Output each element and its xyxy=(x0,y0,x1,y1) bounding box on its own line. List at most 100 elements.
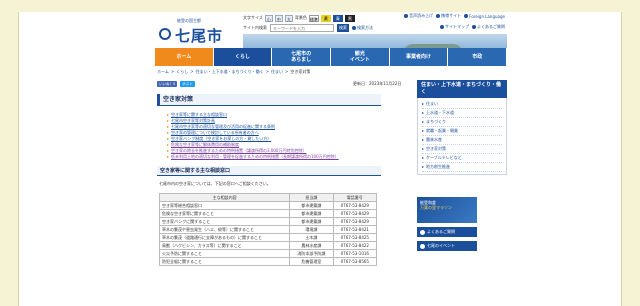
main-content: 空き家対策 空き家等に関する主な相談窓口 七尾市空き家等対策計画 七尾市空き家等… xyxy=(157,94,381,266)
table-header: 電話番号 xyxy=(332,193,378,202)
section-title: 空き家等に関する主な相談窓口 xyxy=(157,166,381,176)
nav-home[interactable]: ホーム xyxy=(155,48,214,66)
top-link-voice[interactable]: 音声読み上げ xyxy=(404,13,433,19)
table-cell: 都市建築課 xyxy=(289,217,334,226)
question-icon xyxy=(472,25,476,29)
table-row: 草木の繁茂や害虫発生（ハエ、蚊等）に関すること 環境課 0767-53-8421 xyxy=(158,225,378,234)
link-text: 低未利用土地の適切な利用・管理を促進するための特例措置（長期譲渡所得の100万円… xyxy=(171,154,339,159)
bg-yellow-button[interactable]: 黄 xyxy=(320,14,331,22)
sitemap-link[interactable]: サイトマップ xyxy=(440,24,469,30)
nav-living[interactable]: くらし xyxy=(213,48,273,66)
breadcrumb-home[interactable]: ホーム xyxy=(157,69,169,75)
sidebar-item-regional[interactable]: 地方創生推進 xyxy=(422,163,502,172)
updated-date: 更新日：2023年11月22日 xyxy=(353,81,402,86)
question-icon xyxy=(420,229,425,235)
table-cell: 危険な空き家等に関すること xyxy=(158,209,291,218)
page: 能登の国主都 七尾市 文字サイズ 小 中 大 背景色 標準 黄 青 黒 音声読み… xyxy=(155,12,508,306)
list-item[interactable]: 低未利用土地の適切な利用・管理を促進するための特例措置（長期譲渡所得の100万円… xyxy=(167,154,381,160)
events-button[interactable]: 七尾のイベント xyxy=(417,241,477,251)
triangle-icon xyxy=(422,157,424,159)
sidebar-item-label: 就職・起業・開業 xyxy=(426,128,458,133)
top-link-foreign[interactable]: Foreign Language xyxy=(464,13,505,19)
table-cell: 農林水産課 xyxy=(289,241,334,250)
top-links: 音声読み上げ 携帯サイト Foreign Language xyxy=(404,13,505,19)
breadcrumb-sep: > xyxy=(265,69,269,74)
sidebar: 住まい・上下水道・まちづくり・働く 住まい 上水道・下水道 まちづくり 就職・起… xyxy=(417,80,507,251)
nav-tourism[interactable]: 観光 イベント xyxy=(331,48,390,66)
search-button[interactable]: 検索 xyxy=(337,24,349,32)
table-cell: 0767-53-8429 xyxy=(332,201,378,210)
search-help-link[interactable]: 検索方法 xyxy=(352,25,373,31)
page-title: 空き家対策 xyxy=(157,94,381,106)
sidebar-heading: 住まい・上下水道・まちづくり・働く xyxy=(417,80,507,98)
table-row: 危険な空き家等に関すること 都市建築課 0767-53-8429 xyxy=(158,209,378,218)
table-cell: 都市建築課 xyxy=(289,209,334,218)
accessibility-tools: 文字サイズ 小 中 大 背景色 標準 黄 青 黒 xyxy=(243,14,355,22)
logo-mark-icon xyxy=(159,28,171,40)
table-cell: 危機管理室 xyxy=(289,257,334,266)
table-cell: 消防本部予防課 xyxy=(289,249,334,258)
breadcrumb-sep: > xyxy=(170,69,175,74)
triangle-icon xyxy=(167,150,169,152)
contact-table: 主な相談内容 担当課 電話番号 空き家等総合相談窓口 都市建築課 0767-53-8… xyxy=(158,193,378,266)
table-row: 鳥獣（ハクビシン、カラス等）に関すること 農林水産課 0767-53-8422 xyxy=(158,241,378,250)
sidebar-item-town-planning[interactable]: まちづくり xyxy=(422,118,502,127)
text-size-large-button[interactable]: 大 xyxy=(284,14,293,22)
mobile-icon xyxy=(436,14,441,18)
sidebar-item-housing[interactable]: 住まい xyxy=(422,100,502,109)
top-link-mobile[interactable]: 携帯サイト xyxy=(436,13,461,19)
bg-blue-button[interactable]: 青 xyxy=(332,14,343,22)
faq-link[interactable]: よくあるご質問 xyxy=(472,24,505,30)
speaker-icon xyxy=(404,14,409,18)
facebook-like-button[interactable]: いいね！0 xyxy=(157,81,178,87)
faq-button[interactable]: よくあるご質問 xyxy=(417,227,477,237)
twitter-post-button[interactable]: ポスト xyxy=(180,81,195,87)
search-input[interactable] xyxy=(270,24,334,32)
nav-government[interactable]: 市政 xyxy=(448,48,508,66)
breadcrumb-housing[interactable]: 住まい xyxy=(271,69,283,75)
bg-black-button[interactable]: 黒 xyxy=(344,14,355,22)
nav-about-label: 七尾市の あらまし xyxy=(291,51,312,63)
triangle-icon xyxy=(167,156,169,158)
sidebar-item-vacant-houses[interactable]: 空き家対策 xyxy=(422,145,502,154)
triangle-icon xyxy=(422,130,424,132)
table-header: 担当課 xyxy=(289,193,334,202)
table-cell: 0767-53-8565 xyxy=(332,257,378,266)
table-header-row: 主な相談内容 担当課 電話番号 xyxy=(158,193,378,202)
section-description: 七尾市内の空き家については、下記の窓口へご相談ください。 xyxy=(159,181,271,186)
site-search: サイト内検索 検索 検索方法 xyxy=(243,24,373,32)
site-logo[interactable]: 能登の国主都 七尾市 xyxy=(159,16,239,52)
table-cell: 0767-53-8425 xyxy=(332,233,378,242)
sidebar-item-water[interactable]: 上水道・下水道 xyxy=(422,109,502,118)
table-cell: 防犯全般に関すること xyxy=(158,257,291,266)
sidebar-item-cable-tv[interactable]: ケーブルテレビなど xyxy=(422,154,502,163)
triangle-icon xyxy=(167,126,169,128)
logo-text: 七尾市 xyxy=(175,27,224,45)
info-icon xyxy=(352,26,356,30)
sidebar-menu: 住まい 上水道・下水道 まちづくり 就職・起業・開業 農林水産 空き家対策 ケー… xyxy=(417,98,507,175)
sidebar-item-label: 住まい xyxy=(426,101,438,106)
table-cell: 土木課 xyxy=(289,233,334,242)
triangle-icon xyxy=(422,121,424,123)
nav-about[interactable]: 七尾市の あらまし xyxy=(272,48,332,66)
marathon-subtitle: 万葉の里マラソン xyxy=(420,205,452,210)
sidebar-item-employment[interactable]: 就職・起業・開業 xyxy=(422,127,502,136)
global-nav: ホーム くらし 七尾市の あらまし 観光 イベント 事業者向け 市政 xyxy=(155,48,508,66)
utility-links: サイトマップ よくあるご質問 xyxy=(440,24,505,30)
breadcrumb-housing-category[interactable]: 住まい・上下水道・まちづくり・働く xyxy=(196,69,264,75)
sidebar-item-label: ケーブルテレビなど xyxy=(426,155,462,160)
table-row: 空き家バンクに関すること 都市建築課 0767-53-8429 xyxy=(158,217,378,226)
nav-business[interactable]: 事業者向け xyxy=(389,48,449,66)
triangle-icon xyxy=(422,139,424,141)
bg-standard-button[interactable]: 標準 xyxy=(308,14,319,22)
text-size-medium-button[interactable]: 中 xyxy=(274,14,283,22)
breadcrumb-living[interactable]: くらし xyxy=(176,69,188,75)
marathon-banner[interactable]: 能登和倉 万葉の里マラソン xyxy=(417,197,477,223)
table-cell: 0767-53-8422 xyxy=(332,241,378,250)
sidebar-item-label: 農林水産 xyxy=(426,137,442,142)
sidebar-item-label: まちづくり xyxy=(426,119,446,124)
triangle-icon xyxy=(422,148,424,150)
sidebar-item-agriculture[interactable]: 農林水産 xyxy=(422,136,502,145)
text-size-small-button[interactable]: 小 xyxy=(264,14,273,22)
table-cell: 環境課 xyxy=(289,225,334,234)
